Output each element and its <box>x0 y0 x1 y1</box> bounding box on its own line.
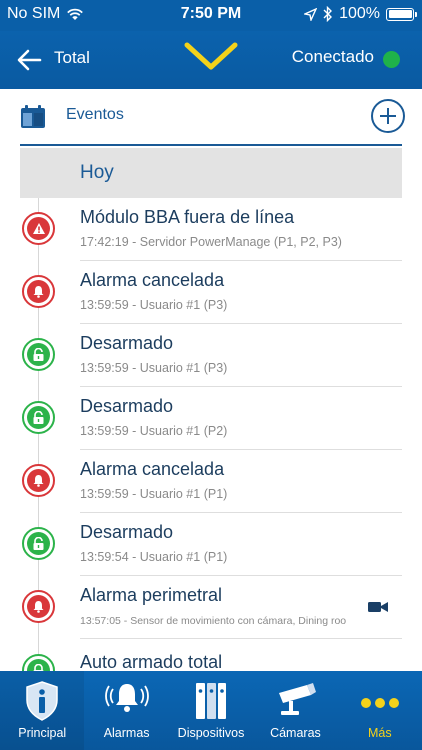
tab-label: Dispositivos <box>177 726 245 740</box>
event-title: Auto armado total <box>80 652 223 672</box>
section-title: Eventos <box>66 106 124 123</box>
list-item[interactable]: Alarma cancelada 13:59:59 - Usuario #1 (… <box>0 261 422 324</box>
events-header: Eventos <box>0 89 422 146</box>
alarm-bell-icon <box>104 684 149 712</box>
tab-dispositivos[interactable]: Dispositivos <box>169 671 253 750</box>
warning-icon <box>22 212 55 245</box>
bell-icon <box>22 275 55 308</box>
battery-percent: 100% <box>339 5 380 22</box>
list-item[interactable]: Alarma cancelada 13:59:59 - Usuario #1 (… <box>0 450 422 513</box>
event-meta: 13:59:59 - Usuario #1 (P3) <box>80 361 228 375</box>
tab-label: Principal <box>18 726 67 740</box>
event-meta: 13:59:59 - Usuario #1 (P1) <box>80 487 228 501</box>
tab-principal[interactable]: Principal <box>0 671 85 750</box>
day-label: Hoy <box>80 162 114 183</box>
devices-icon <box>196 683 227 719</box>
status-bar: No SIM 7:50 PM 100% <box>0 0 422 31</box>
tab-bar: Principal Alarmas Dispositivos Cámaras M… <box>0 671 422 750</box>
bluetooth-icon <box>323 6 333 22</box>
add-button[interactable] <box>371 99 405 133</box>
event-title: Alarma perimetral <box>80 585 223 605</box>
battery-icon <box>386 7 417 21</box>
list-item[interactable]: Desarmado 13:59:59 - Usuario #1 (P3) <box>0 324 422 387</box>
header-divider <box>20 144 402 146</box>
event-meta: 13:59:59 - Usuario #1 (P2) <box>80 424 228 438</box>
event-title: Alarma cancelada <box>80 459 225 479</box>
event-title: Desarmado <box>80 522 174 542</box>
tab-mas[interactable]: Más <box>338 671 422 750</box>
list-item[interactable]: Desarmado 13:59:59 - Usuario #1 (P2) <box>0 387 422 450</box>
nav-bar: Total Conectado <box>0 31 422 89</box>
connection-status-dot <box>383 51 400 68</box>
event-meta: 13:57:05 - Sensor de movimiento con cáma… <box>80 615 347 627</box>
event-meta: 17:42:19 - Servidor PowerManage (P1, P2,… <box>80 235 342 249</box>
list-item[interactable]: Módulo BBA fuera de línea 17:42:19 - Ser… <box>0 198 422 261</box>
tab-camaras[interactable]: Cámaras <box>253 671 337 750</box>
list-item[interactable]: Alarma perimetral 13:57:05 - Sensor de m… <box>0 576 422 639</box>
shield-info-icon <box>26 681 58 721</box>
back-arrow-icon[interactable] <box>16 47 42 73</box>
day-group-header: Hoy <box>20 148 402 198</box>
tab-label: Alarmas <box>103 726 150 740</box>
calendar-icon <box>21 105 45 128</box>
chevron-down-icon[interactable] <box>184 41 238 71</box>
tab-label: Cámaras <box>270 726 321 740</box>
event-title: Desarmado <box>80 333 174 353</box>
event-meta: 13:59:59 - Usuario #1 (P3) <box>80 298 228 312</box>
bell-icon <box>22 590 55 623</box>
unlock-icon <box>22 401 55 434</box>
more-dots-icon <box>360 698 399 708</box>
event-meta: 13:59:54 - Usuario #1 (P1) <box>80 550 228 564</box>
connection-status: Conectado <box>291 47 374 66</box>
divider <box>80 638 402 639</box>
location-arrow-icon <box>304 7 318 21</box>
video-camera-icon[interactable] <box>368 600 388 614</box>
event-title: Desarmado <box>80 396 174 416</box>
list-item[interactable]: Desarmado 13:59:54 - Usuario #1 (P1) <box>0 513 422 576</box>
back-button-label[interactable]: Total <box>54 48 90 68</box>
event-title: Alarma cancelada <box>80 270 225 290</box>
event-title: Módulo BBA fuera de línea <box>80 207 295 227</box>
camera-icon <box>279 683 317 715</box>
tab-alarmas[interactable]: Alarmas <box>84 671 168 750</box>
bell-icon <box>22 464 55 497</box>
unlock-icon <box>22 527 55 560</box>
status-right: 100% <box>304 5 417 23</box>
unlock-icon <box>22 338 55 371</box>
tab-label: Más <box>368 726 392 740</box>
